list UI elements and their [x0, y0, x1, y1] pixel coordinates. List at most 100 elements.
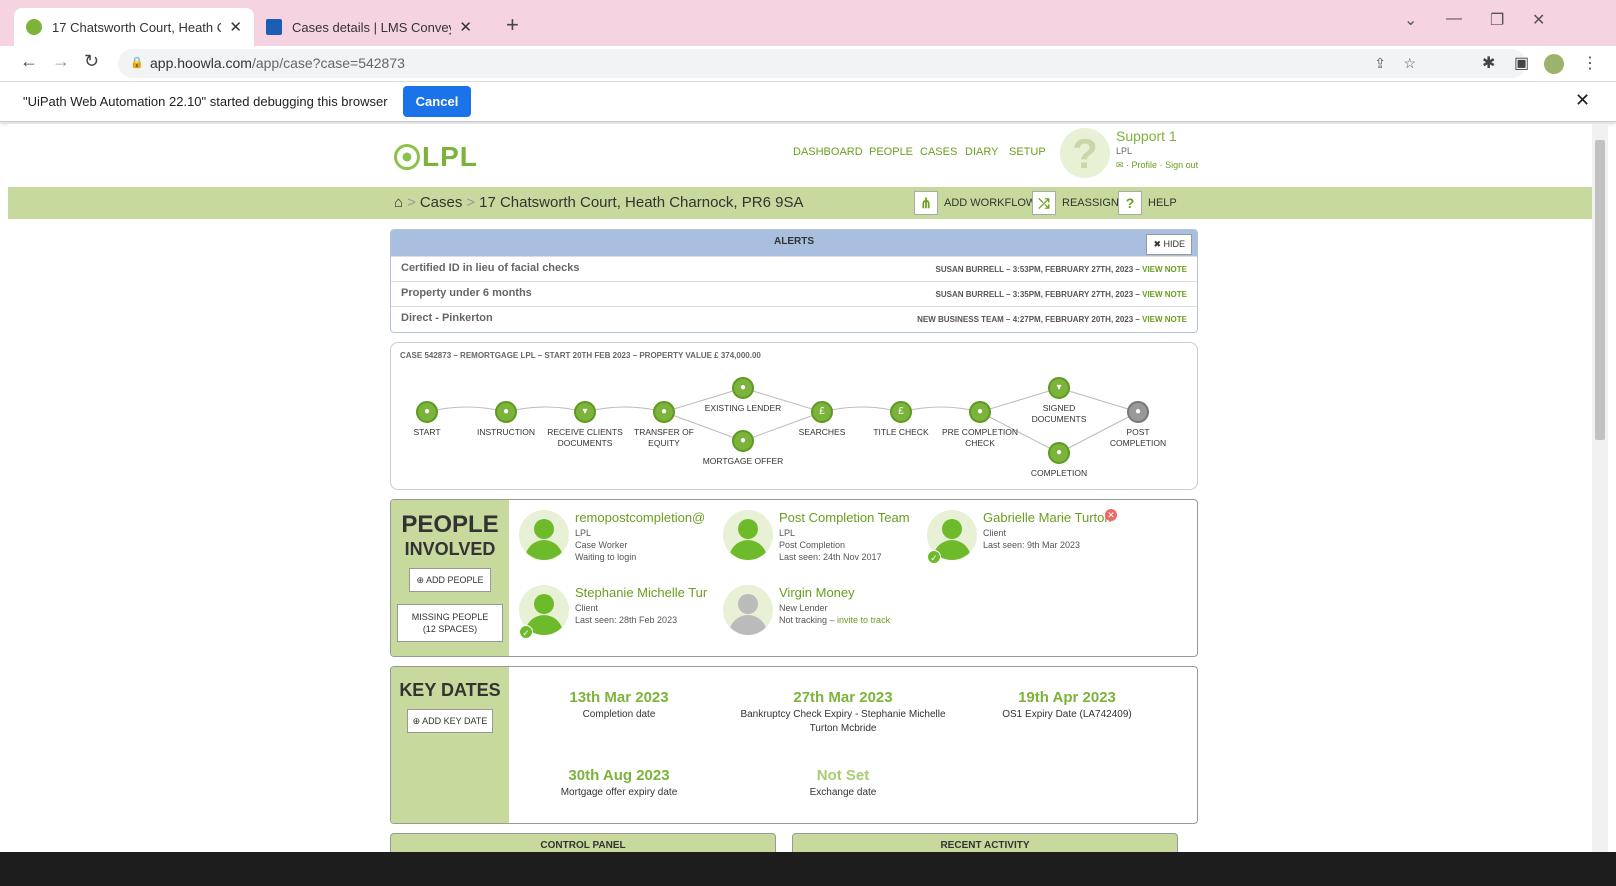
step-receive-docs-node[interactable]: ▾: [574, 401, 596, 423]
nav-cases[interactable]: CASES: [920, 146, 957, 158]
url-path: /app/case?case=542873: [251, 55, 405, 71]
page-scrollbar[interactable]: [1592, 124, 1608, 886]
alert-meta: SUSAN BURRELL – 3:53PM, FEBRUARY 27TH, 2…: [936, 265, 1187, 274]
step-existing-lender-node[interactable]: ●: [732, 377, 754, 399]
alert-row: Certified ID in lieu of facial checks SU…: [391, 256, 1197, 281]
tab-lms[interactable]: Cases details | LMS Conveyancer ✕: [254, 8, 484, 46]
side-panel-icon[interactable]: ▣: [1514, 53, 1529, 73]
step-pre-completion-node[interactable]: ●: [969, 401, 991, 423]
close-tab-icon[interactable]: ✕: [229, 18, 242, 36]
home-icon[interactable]: ⌂: [394, 194, 403, 211]
person-name[interactable]: Post Completion Team: [779, 510, 919, 525]
profile-link[interactable]: ✉ · Profile: [1116, 160, 1157, 170]
invite-to-track-link[interactable]: invite to track: [837, 615, 890, 625]
step-transfer-equity-node[interactable]: ●: [653, 401, 675, 423]
bookmark-star-icon[interactable]: ☆: [1403, 49, 1416, 78]
close-window-icon[interactable]: ✕: [1532, 10, 1545, 30]
back-icon[interactable]: ←: [20, 51, 38, 72]
hide-alerts-button[interactable]: ✖ HIDE: [1146, 234, 1192, 255]
address-bar[interactable]: 🔒 app.hoowla.com/app/case?case=542873 ⇪ …: [118, 49, 1526, 78]
person-card[interactable]: Post Completion Team LPL Post Completion…: [723, 510, 923, 570]
key-date-item[interactable]: 30th Aug 2023 Mortgage offer expiry date: [509, 767, 729, 800]
signout-link[interactable]: · Sign out: [1160, 160, 1199, 170]
workflow-panel: CASE 542873 – REMORTGAGE LPL – START 20T…: [390, 342, 1198, 490]
cancel-debug-button[interactable]: Cancel: [403, 86, 471, 117]
step-label: POST COMPLETION: [1109, 427, 1167, 448]
person-role: Post Completion: [779, 540, 846, 550]
view-note-link[interactable]: VIEW NOTE: [1142, 315, 1187, 324]
verified-check-icon: ✓: [927, 550, 941, 564]
tab-search-icon[interactable]: ⌄: [1404, 10, 1417, 30]
reassign-button[interactable]: ⤮ REASSIGN: [1032, 191, 1119, 215]
lock-icon: 🔒: [130, 57, 144, 69]
step-start-node[interactable]: ●: [416, 401, 438, 423]
key-date-item[interactable]: Not Set Exchange date: [733, 767, 953, 800]
close-infobar-icon[interactable]: ✕: [1575, 90, 1590, 111]
key-date-item[interactable]: 13th Mar 2023 Completion date: [509, 689, 729, 722]
person-card[interactable]: ✓ Gabrielle Marie Turton Client Last see…: [927, 510, 1127, 570]
menu-kebab-icon[interactable]: ⋮: [1582, 53, 1598, 73]
add-people-button[interactable]: ⊕ ADD PEOPLE: [409, 568, 491, 592]
person-name[interactable]: Stephanie Michelle Tur: [575, 585, 715, 600]
key-date-item[interactable]: 27th Mar 2023 Bankruptcy Check Expiry - …: [733, 689, 953, 736]
nav-diary[interactable]: DIARY: [965, 146, 998, 158]
person-status: Last seen: 9th Mar 2023: [983, 540, 1081, 550]
close-tab-icon[interactable]: ✕: [459, 18, 472, 36]
person-status: Waiting to login: [575, 552, 637, 562]
scrollbar-thumb[interactable]: [1595, 140, 1605, 440]
missing-people-label: MISSING PEOPLE: [411, 612, 489, 622]
forward-icon[interactable]: →: [52, 51, 70, 72]
add-key-date-button[interactable]: ⊕ ADD KEY DATE: [407, 709, 493, 733]
person-card[interactable]: Virgin Money New Lender Not tracking – i…: [723, 585, 923, 645]
profile-avatar-icon[interactable]: [1544, 54, 1564, 74]
person-name[interactable]: remopostcompletion@: [575, 510, 715, 525]
person-role: Client: [575, 603, 599, 613]
nav-dashboard[interactable]: DASHBOARD: [793, 146, 863, 158]
person-name[interactable]: Virgin Money: [779, 585, 919, 600]
lpl-logo[interactable]: LPL: [394, 141, 478, 173]
step-instruction-node[interactable]: ●: [495, 401, 517, 423]
view-note-link[interactable]: VIEW NOTE: [1142, 290, 1187, 299]
person-status: Last seen: 28th Feb 2023: [575, 615, 678, 625]
nav-people[interactable]: PEOPLE: [869, 146, 913, 158]
nav-setup[interactable]: SETUP: [1009, 146, 1046, 158]
key-date-item[interactable]: 19th Apr 2023 OS1 Expiry Date (LA742409): [957, 689, 1177, 722]
breadcrumb-cases[interactable]: Cases: [420, 194, 463, 211]
step-searches-node[interactable]: £: [811, 401, 833, 423]
key-date-caption: Completion date: [582, 709, 656, 720]
person-card[interactable]: ✓ Stephanie Michelle Tur Client Last see…: [519, 585, 719, 645]
step-title-check-node[interactable]: £: [890, 401, 912, 423]
step-post-completion-node[interactable]: ●: [1127, 401, 1149, 423]
help-button[interactable]: ? HELP: [1118, 191, 1177, 215]
missing-people-button[interactable]: MISSING PEOPLE (12 SPACES): [397, 604, 503, 642]
address-toolbar: ← → ↻ 🔒 app.hoowla.com/app/case?case=542…: [0, 46, 1616, 82]
person-card[interactable]: remopostcompletion@ LPL Case Worker Wait…: [519, 510, 719, 570]
site-favicon-icon: [26, 19, 42, 35]
remove-person-icon[interactable]: ✕: [1105, 509, 1117, 521]
reload-icon[interactable]: ↻: [84, 51, 99, 72]
alert-meta: SUSAN BURRELL – 3:35PM, FEBRUARY 27TH, 2…: [936, 290, 1187, 299]
tab-case[interactable]: 17 Chatsworth Court, Heath Char ✕: [14, 8, 254, 46]
step-signed-docs-node[interactable]: ▾: [1048, 377, 1070, 399]
extensions-icon[interactable]: ✱: [1482, 53, 1495, 73]
person-avatar: [723, 510, 773, 560]
user-name[interactable]: Support 1: [1116, 128, 1177, 144]
step-completion-node[interactable]: ●: [1048, 442, 1070, 464]
user-avatar[interactable]: ?: [1060, 128, 1110, 178]
new-tab-icon[interactable]: +: [506, 12, 519, 38]
key-dates-title: KEY DATES: [399, 680, 501, 700]
tab-title: 17 Chatsworth Court, Heath Char: [52, 19, 221, 35]
minimize-icon[interactable]: —: [1446, 10, 1462, 28]
share-icon[interactable]: ⇪: [1374, 49, 1386, 78]
key-date-caption: OS1 Expiry Date (LA742409): [1002, 709, 1132, 720]
step-mortgage-offer-node[interactable]: ●: [732, 430, 754, 452]
help-label: HELP: [1148, 197, 1177, 209]
person-company: LPL: [779, 528, 796, 538]
person-status: Not tracking – invite to track: [779, 615, 890, 625]
key-dates-sidebar: KEY DATES ⊕ ADD KEY DATE: [391, 667, 509, 823]
add-workflow-button[interactable]: ⋔ ADD WORKFLOW: [914, 191, 1036, 215]
breadcrumb: ⌂ > Cases >17 Chatsworth Court, Heath Charn…: [394, 194, 804, 211]
restore-icon[interactable]: ❐: [1490, 10, 1504, 30]
view-note-link[interactable]: VIEW NOTE: [1142, 265, 1187, 274]
person-name[interactable]: Gabrielle Marie Turton: [983, 510, 1123, 525]
